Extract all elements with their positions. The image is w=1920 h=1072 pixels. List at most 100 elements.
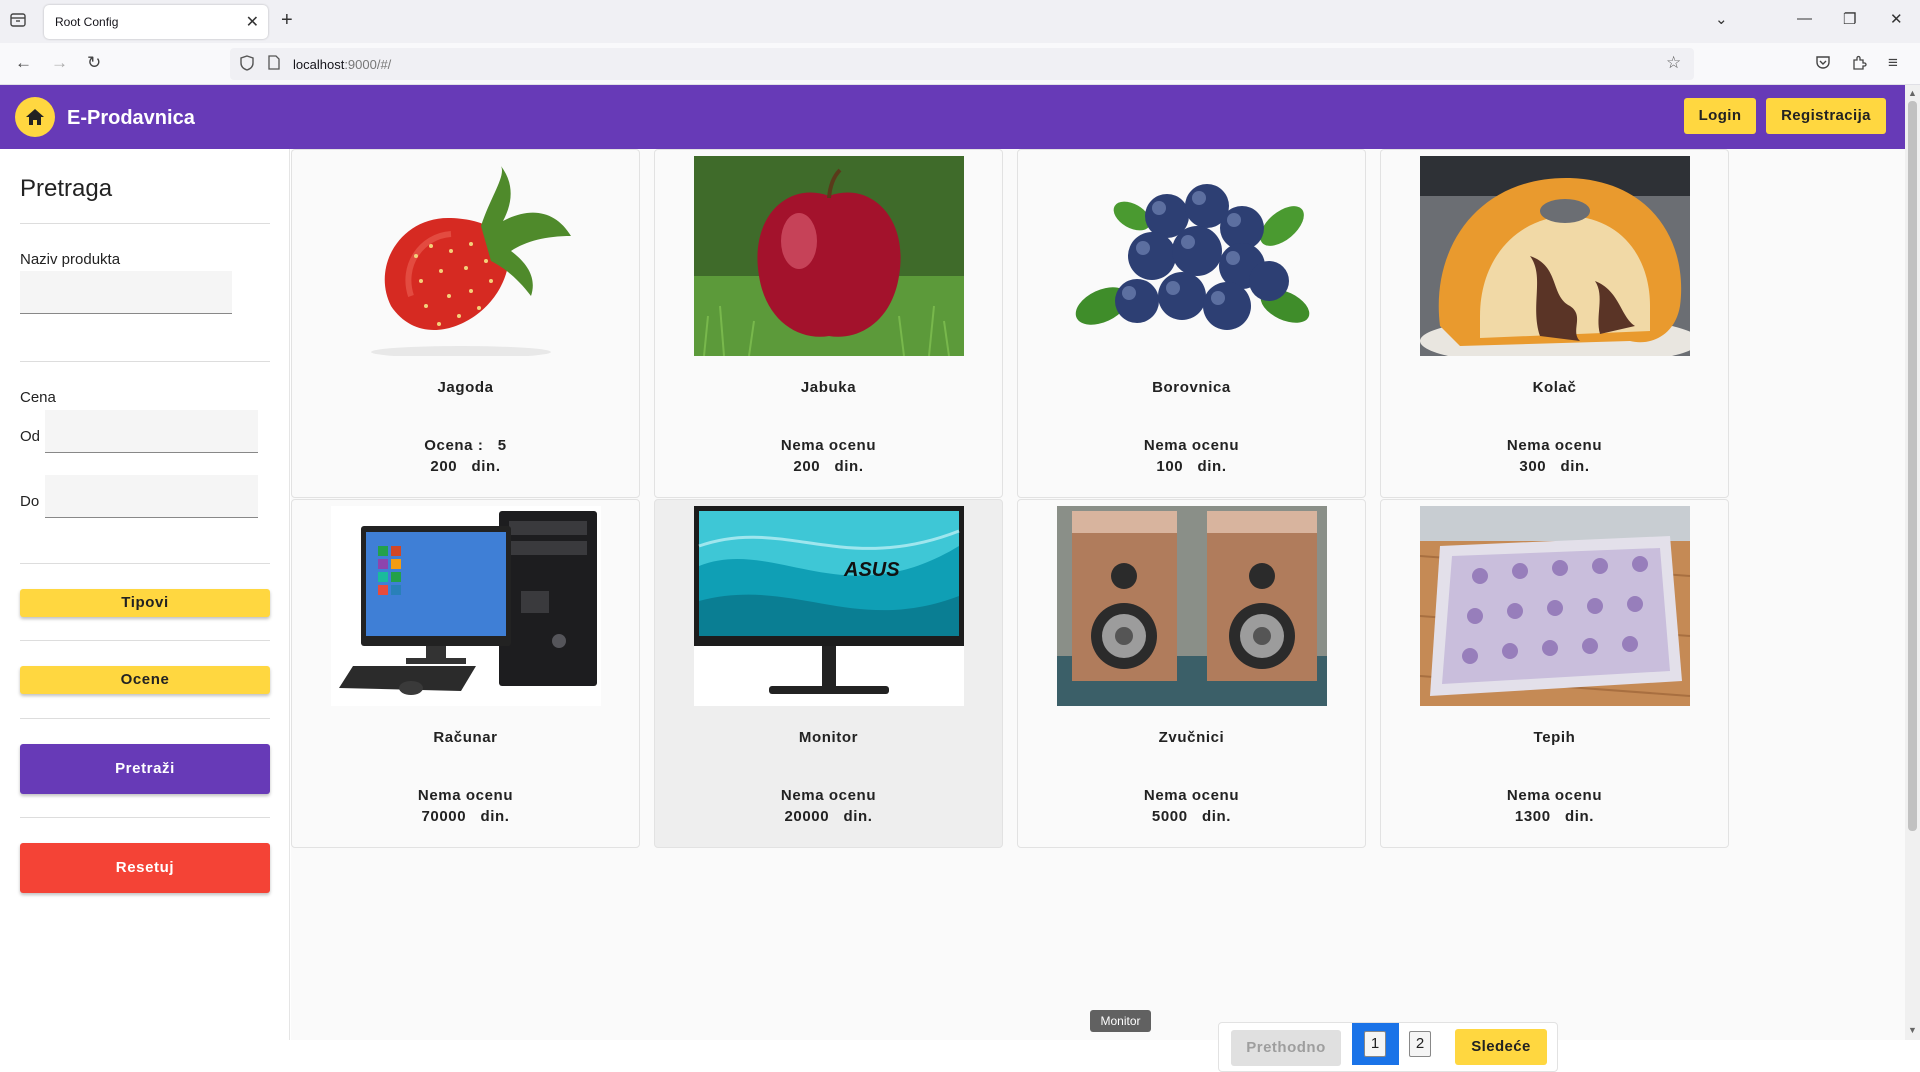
- carpet-image: [1420, 506, 1690, 706]
- blueberries-image: [1057, 156, 1327, 356]
- product-price: 200 din.: [430, 458, 501, 475]
- divider: [20, 640, 270, 641]
- ratings-button[interactable]: Ocene: [20, 666, 270, 694]
- product-card[interactable]: Zvučnici Nema ocenu 5000 din.: [1017, 499, 1366, 848]
- product-card[interactable]: Tepih Nema ocenu 1300 din.: [1380, 499, 1729, 848]
- brand-title[interactable]: E-Prodavnica: [67, 107, 195, 130]
- page-1-highlight: 1: [1352, 1023, 1399, 1065]
- page-icon: [268, 55, 280, 73]
- url-text[interactable]: localhost:9000/#/: [293, 57, 391, 72]
- asus-logo: ASUS: [843, 559, 900, 581]
- divider: [20, 817, 270, 818]
- divider: [20, 718, 270, 719]
- divider: [20, 361, 270, 362]
- product-card[interactable]: Kolač Nema ocenu 300 din.: [1380, 149, 1729, 498]
- monitor-image: ASUS: [694, 506, 964, 706]
- price-label: Cena: [20, 389, 56, 406]
- scroll-down-icon[interactable]: ▼: [1908, 1025, 1917, 1035]
- divider: [20, 223, 270, 224]
- search-sidebar: Pretraga Naziv produkta Cena Od Do Tipov…: [0, 149, 290, 1040]
- product-name: Jagoda: [437, 379, 494, 396]
- search-button[interactable]: Pretraži: [20, 744, 270, 794]
- bookmark-star-icon[interactable]: ☆: [1666, 53, 1681, 73]
- close-window-icon[interactable]: ✕: [1890, 10, 1903, 28]
- browser-tab-title: Root Config: [55, 15, 119, 29]
- computer-image: [331, 506, 601, 706]
- url-bar[interactable]: localhost:9000/#/ ☆: [230, 48, 1694, 80]
- types-button[interactable]: Tipovi: [20, 589, 270, 617]
- browser-tab-bar: Root Config ✕ + ⌄ — ❐ ✕: [0, 0, 1920, 43]
- product-card[interactable]: Jabuka Nema ocenu 200 din.: [654, 149, 1003, 498]
- product-rating: Nema ocenu: [1143, 787, 1240, 804]
- pocket-icon[interactable]: [1815, 55, 1831, 74]
- register-button[interactable]: Registracija: [1766, 98, 1886, 134]
- app-header: E-Prodavnica Login Registracija: [0, 85, 1905, 149]
- product-name: Monitor: [798, 729, 859, 746]
- tooltip: Monitor: [1090, 1010, 1151, 1032]
- previous-page-button[interactable]: Prethodno: [1231, 1030, 1341, 1066]
- minimize-icon[interactable]: —: [1797, 10, 1812, 27]
- product-rating: Nema ocenu: [780, 437, 877, 454]
- product-card[interactable]: ASUS Monitor Nema ocenu 20000 din.: [654, 499, 1003, 848]
- product-card[interactable]: Jagoda Ocena : 5 200 din.: [291, 149, 640, 498]
- product-name-label: Naziv produkta: [20, 251, 121, 268]
- product-card[interactable]: Borovnica Nema ocenu 100 din.: [1017, 149, 1366, 498]
- close-tab-icon[interactable]: ✕: [246, 12, 259, 32]
- shield-icon[interactable]: [240, 55, 254, 74]
- product-name-input[interactable]: [20, 271, 232, 314]
- product-rating: Nema ocenu: [1506, 437, 1603, 454]
- product-price: 200 din.: [793, 458, 864, 475]
- product-card[interactable]: Računar Nema ocenu 70000 din.: [291, 499, 640, 848]
- product-price: 70000 din.: [421, 808, 510, 825]
- product-grid: Jagoda Ocena : 5 200 din. Jabuka Nema oc…: [291, 149, 1905, 1072]
- scroll-thumb[interactable]: [1908, 101, 1917, 831]
- pagination: Prethodno 1 2 Sledeće: [1218, 1022, 1558, 1072]
- price-to-input[interactable]: [45, 475, 258, 518]
- back-icon[interactable]: ←: [15, 53, 32, 73]
- price-from-label: Od: [20, 428, 41, 445]
- product-name: Tepih: [1533, 729, 1576, 746]
- tab-list-icon[interactable]: [10, 13, 28, 29]
- product-name: Kolač: [1532, 379, 1577, 396]
- reload-icon[interactable]: ↻: [87, 53, 101, 73]
- product-name: Borovnica: [1152, 379, 1231, 396]
- product-name: Zvučnici: [1158, 729, 1225, 746]
- list-all-tabs-icon[interactable]: ⌄: [1715, 10, 1728, 28]
- product-price: 100 din.: [1156, 458, 1227, 475]
- price-from-input[interactable]: [45, 410, 258, 453]
- product-name: Računar: [433, 729, 498, 746]
- price-to-label: Do: [20, 493, 40, 510]
- restore-icon[interactable]: ❐: [1843, 10, 1856, 28]
- next-page-button[interactable]: Sledeće: [1455, 1029, 1547, 1065]
- product-rating: Nema ocenu: [1143, 437, 1240, 454]
- home-button[interactable]: [15, 97, 55, 137]
- forward-icon[interactable]: →: [51, 53, 68, 73]
- page-scrollbar[interactable]: ▲ ▼: [1905, 85, 1920, 1040]
- page-2-button[interactable]: 2: [1409, 1031, 1431, 1057]
- login-button[interactable]: Login: [1684, 98, 1756, 134]
- product-rating: Ocena : 5: [424, 437, 507, 454]
- scroll-up-icon[interactable]: ▲: [1908, 88, 1917, 98]
- product-rating: Nema ocenu: [1506, 787, 1603, 804]
- speakers-image: [1057, 506, 1327, 706]
- product-price: 5000 din.: [1151, 808, 1232, 825]
- product-name: Jabuka: [800, 379, 857, 396]
- new-tab-icon[interactable]: +: [281, 9, 293, 32]
- sidebar-title: Pretraga: [20, 175, 113, 202]
- extensions-icon[interactable]: [1851, 55, 1867, 75]
- home-icon: [26, 109, 44, 125]
- apple-image: [694, 156, 964, 356]
- product-rating: Nema ocenu: [417, 787, 514, 804]
- product-price: 1300 din.: [1514, 808, 1595, 825]
- browser-nav-bar: ← → ↻ localhost:9000/#/ ☆ ≡: [0, 43, 1920, 85]
- menu-icon[interactable]: ≡: [1888, 53, 1898, 73]
- browser-tab[interactable]: Root Config ✕: [44, 5, 268, 39]
- page-1-button[interactable]: 1: [1364, 1031, 1386, 1057]
- divider: [20, 563, 270, 564]
- product-price: 300 din.: [1519, 458, 1590, 475]
- product-price: 20000 din.: [784, 808, 873, 825]
- product-rating: Nema ocenu: [780, 787, 877, 804]
- strawberry-image: [331, 156, 601, 356]
- cake-image: [1420, 156, 1690, 356]
- reset-button[interactable]: Resetuj: [20, 843, 270, 893]
